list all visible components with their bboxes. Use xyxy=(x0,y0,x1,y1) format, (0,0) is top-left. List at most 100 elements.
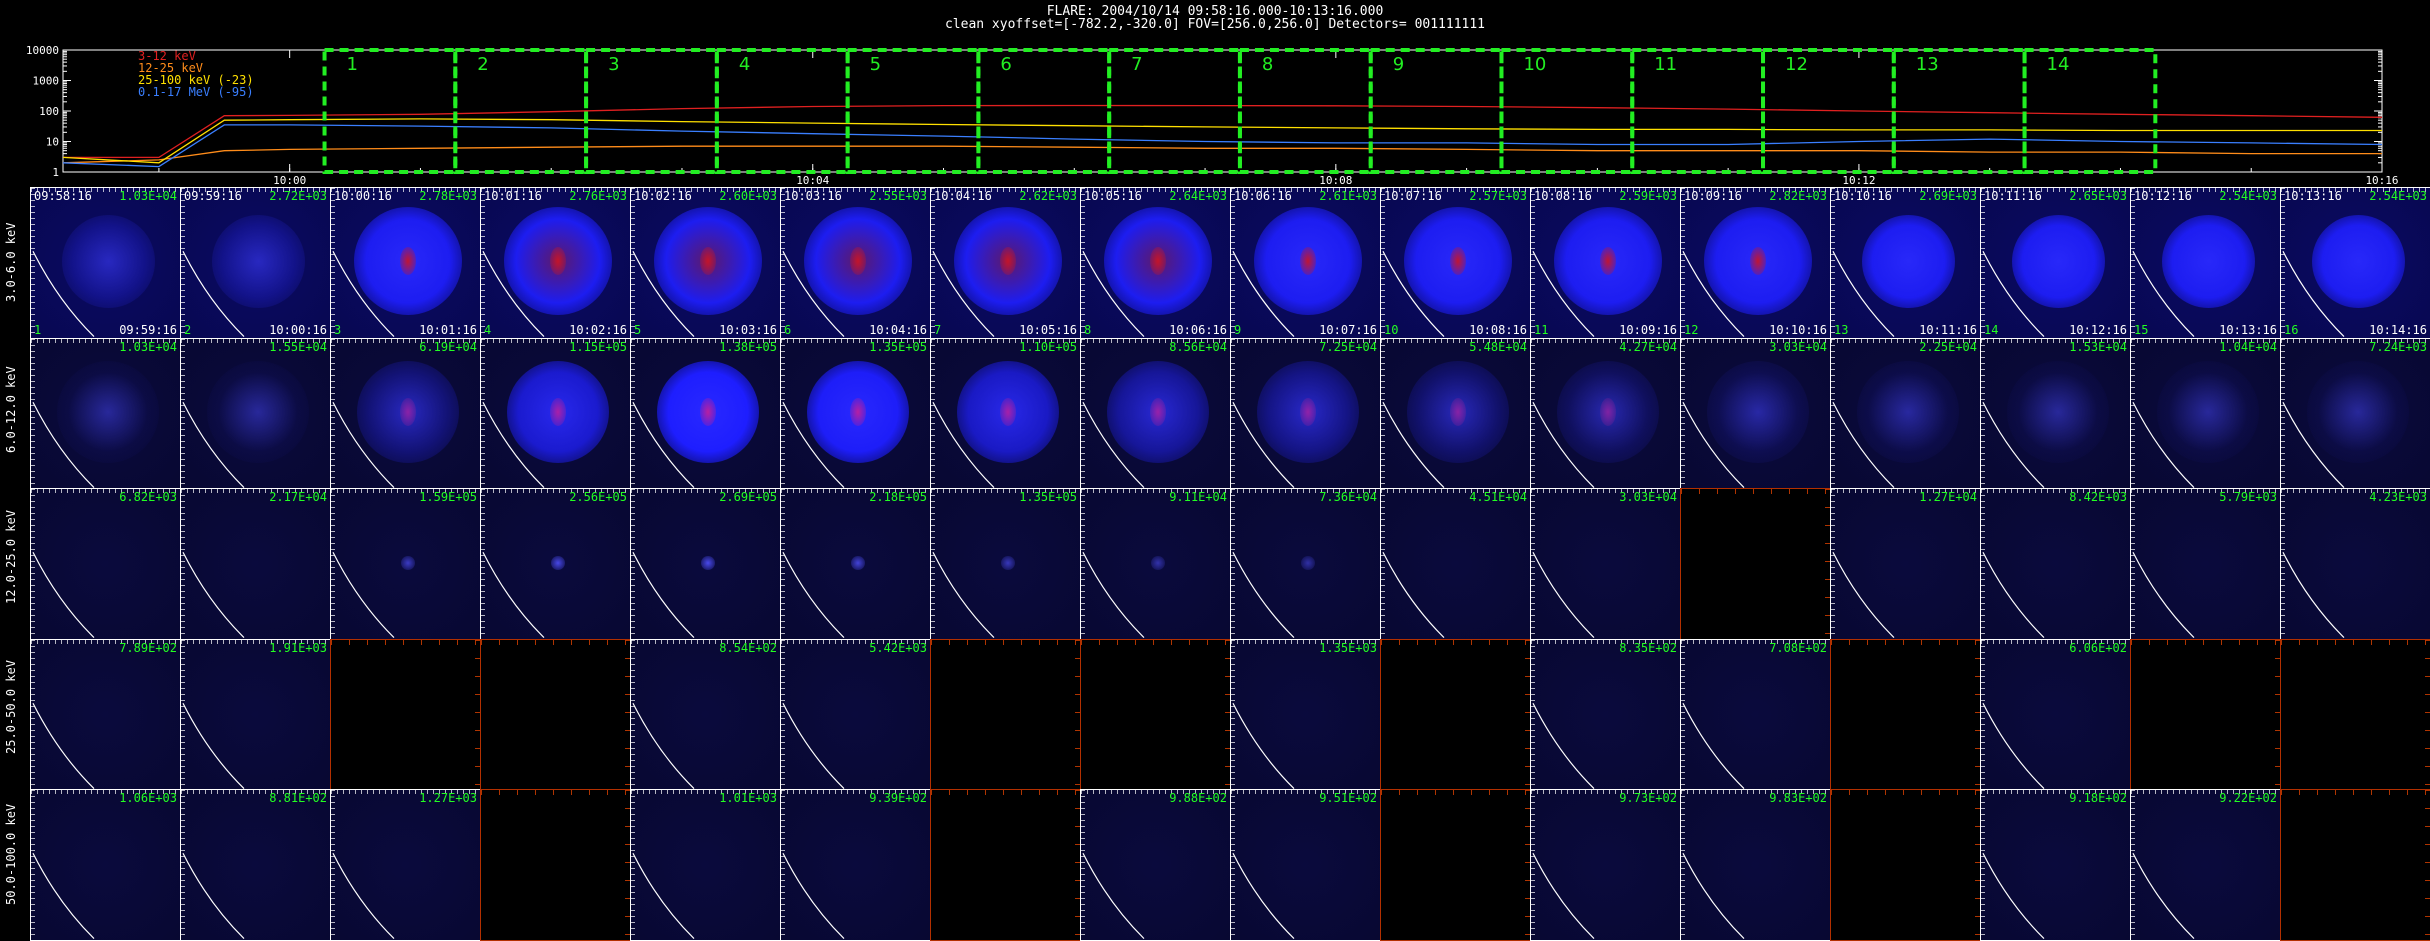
interval-box xyxy=(1368,48,1504,174)
solar-limb xyxy=(1982,401,2045,488)
limb-curve xyxy=(2132,853,2195,940)
peak-value: 3.03E+04 xyxy=(1619,490,1677,505)
solar-limb xyxy=(632,702,695,789)
peak-value: 2.76E+03 xyxy=(569,189,627,203)
row-energy-label: 6.0-12.0 keV xyxy=(4,366,18,453)
peak-value: 2.69E+03 xyxy=(1919,189,1977,203)
image-cell-empty xyxy=(1680,488,1831,640)
solar-limb xyxy=(482,250,545,338)
legend-entry: 0.1-17 MeV (-95) xyxy=(138,85,254,99)
image-cell: 2.54E+03 10:13:16 10:14:16 16 xyxy=(2280,187,2430,339)
interval-box xyxy=(845,48,981,174)
interval-start-time: 10:05:16 xyxy=(1084,189,1142,203)
peak-value: 2.59E+03 xyxy=(1619,189,1677,203)
solar-limb xyxy=(1232,552,1295,639)
interval-end-time: 10:01:16 xyxy=(419,322,477,337)
interval-index: 4 xyxy=(484,322,492,337)
limb-curve xyxy=(32,250,95,338)
solar-limb xyxy=(1082,552,1145,639)
solar-limb xyxy=(932,401,995,488)
solar-limb xyxy=(1982,702,2045,789)
limb-curve xyxy=(182,401,245,488)
interval-label: 6 xyxy=(1000,54,1011,75)
solar-limb xyxy=(482,401,545,488)
interval-box xyxy=(1499,48,1635,174)
limb-curve xyxy=(1082,853,1145,940)
limb-curve xyxy=(1232,250,1295,338)
solar-limb xyxy=(2282,401,2345,488)
peak-value: 6.06E+02 xyxy=(2069,640,2127,655)
peak-value: 1.04E+04 xyxy=(2219,339,2277,354)
image-cell: 2.25E+04 xyxy=(1830,337,1981,490)
solar-limb xyxy=(2282,250,2345,338)
limb-curve xyxy=(2282,401,2345,488)
peak-value: 2.82E+03 xyxy=(1769,189,1827,203)
peak-value: 4.23E+03 xyxy=(2369,490,2427,505)
interval-label: 4 xyxy=(739,54,750,75)
peak-value: 5.42E+03 xyxy=(869,640,927,655)
image-cell: 8.81E+02 xyxy=(180,789,331,941)
image-cell: 1.27E+04 xyxy=(1830,488,1981,640)
limb-curve xyxy=(1532,552,1595,639)
image-cell: 4.23E+03 xyxy=(2280,488,2430,640)
limb-curve xyxy=(1082,250,1145,338)
image-cell: 5.79E+03 xyxy=(2130,488,2281,640)
solar-limb xyxy=(1082,853,1145,940)
image-cell-empty xyxy=(330,638,481,791)
interval-label: 8 xyxy=(1262,54,1273,75)
peak-value: 1.35E+05 xyxy=(869,339,927,354)
peak-value: 7.89E+02 xyxy=(119,640,177,655)
solar-limb xyxy=(782,853,845,940)
solar-limb xyxy=(1832,250,1895,338)
limb-curve xyxy=(32,401,95,488)
interval-start-time: 10:09:16 xyxy=(1684,189,1742,203)
solar-limb xyxy=(2282,552,2345,639)
solar-limb xyxy=(2132,250,2195,338)
solar-limb xyxy=(332,552,395,639)
peak-value: 7.24E+03 xyxy=(2369,339,2427,354)
x-tick-label: 10:12 xyxy=(1842,174,1875,185)
image-cell: 1.04E+04 xyxy=(2130,337,2281,490)
peak-value: 2.55E+03 xyxy=(869,189,927,203)
peak-value: 1.35E+03 xyxy=(1319,640,1377,655)
image-cell: 8.42E+03 xyxy=(1980,488,2131,640)
image-cell: 3.03E+04 xyxy=(1530,488,1681,640)
peak-value: 1.03E+04 xyxy=(119,189,177,203)
limb-curve xyxy=(2132,552,2195,639)
limb-curve xyxy=(182,250,245,338)
solar-limb xyxy=(182,702,245,789)
limb-curve xyxy=(1982,401,2045,488)
solar-limb xyxy=(1832,401,1895,488)
image-cell: 2.55E+03 10:03:16 10:04:16 6 xyxy=(780,187,931,339)
image-cell: 2.59E+03 10:08:16 10:09:16 11 xyxy=(1530,187,1681,339)
interval-end-time: 10:06:16 xyxy=(1169,322,1227,337)
interval-end-time: 10:12:16 xyxy=(2069,322,2127,337)
interval-end-time: 10:14:16 xyxy=(2369,322,2427,337)
limb-curve xyxy=(632,401,695,488)
solar-limb xyxy=(32,552,95,639)
interval-start-time: 10:07:16 xyxy=(1384,189,1442,203)
image-cell: 1.35E+05 xyxy=(930,488,1081,640)
interval-end-time: 10:00:16 xyxy=(269,322,327,337)
interval-end-time: 10:03:16 xyxy=(719,322,777,337)
y-tick-label: 1000 xyxy=(33,75,60,88)
interval-end-time: 10:04:16 xyxy=(869,322,927,337)
image-cell: 1.91E+03 xyxy=(180,638,331,791)
peak-value: 2.17E+04 xyxy=(269,490,327,505)
interval-label: 11 xyxy=(1654,54,1677,75)
limb-curve xyxy=(32,702,95,789)
interval-box xyxy=(1891,48,2027,174)
solar-limb xyxy=(1232,702,1295,789)
limb-curve xyxy=(1232,702,1295,789)
peak-value: 1.59E+05 xyxy=(419,490,477,505)
solar-limb xyxy=(182,401,245,488)
interval-box xyxy=(2022,48,2158,174)
interval-label: 1 xyxy=(347,54,358,75)
solar-limb xyxy=(182,552,245,639)
image-cell: 2.72E+03 09:59:16 10:00:16 2 xyxy=(180,187,331,339)
peak-value: 2.25E+04 xyxy=(1919,339,1977,354)
image-cell: 1.27E+03 xyxy=(330,789,481,941)
x-tick-label: 10:08 xyxy=(1319,174,1352,185)
interval-label: 2 xyxy=(477,54,488,75)
solar-limb xyxy=(332,250,395,338)
